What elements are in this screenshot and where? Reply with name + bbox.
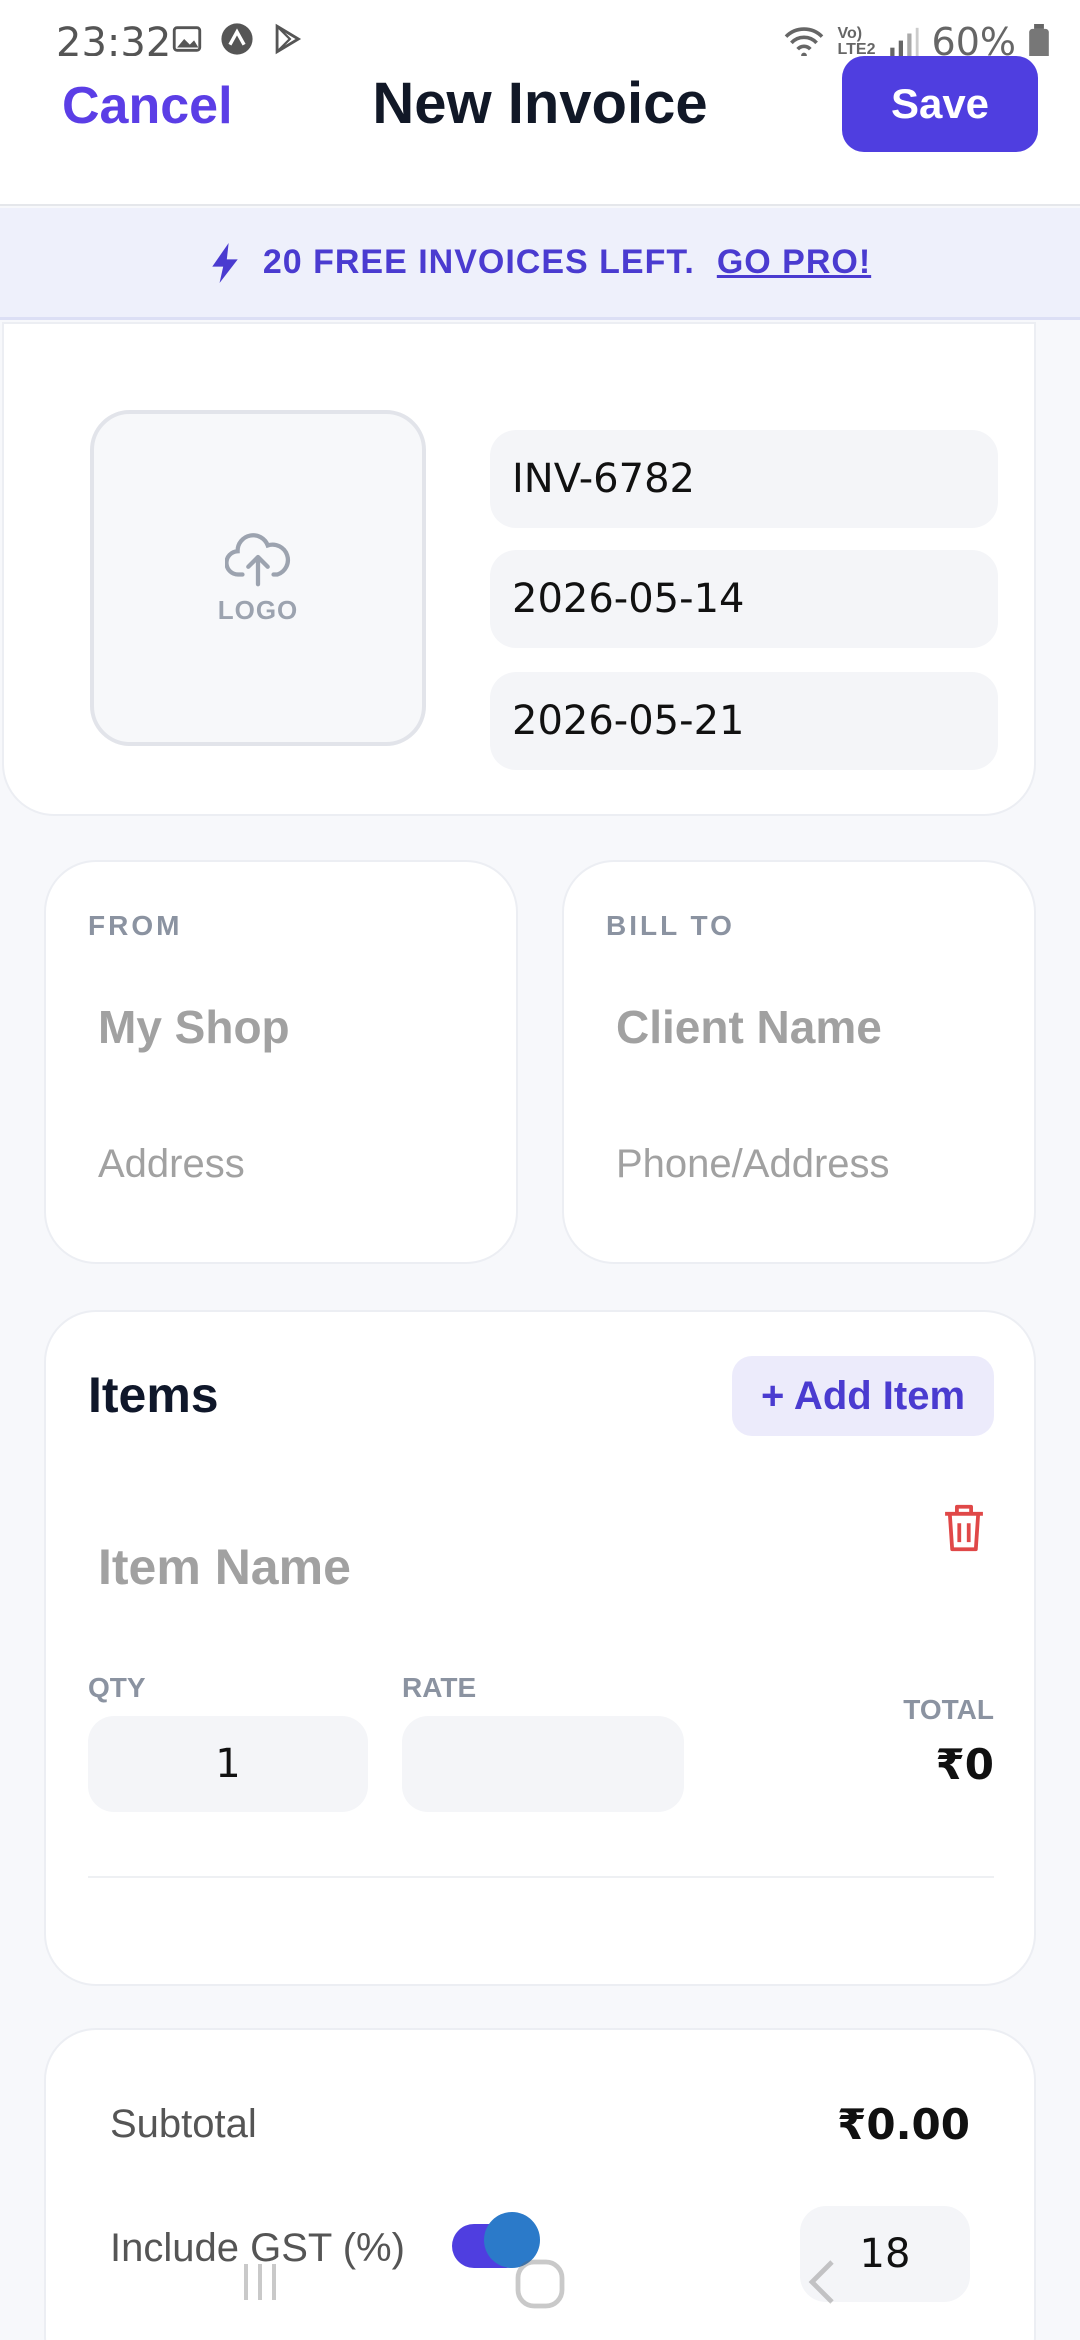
total-label: TOTAL: [903, 1694, 994, 1725]
battery-icon: [1029, 24, 1049, 60]
items-title: Items: [88, 1367, 219, 1423]
bill-to-label: BILL TO: [606, 910, 735, 941]
client-name-input[interactable]: Client Name: [616, 1000, 882, 1054]
shop-name-input[interactable]: My Shop: [98, 1000, 290, 1054]
save-button[interactable]: Save: [842, 56, 1038, 152]
logo-upload[interactable]: LOGO: [90, 410, 426, 746]
logo-label: LOGO: [217, 594, 299, 625]
totals-card: Subtotal ₹0.00 Include GST (%) 18: [44, 2028, 1036, 2340]
app-icon: [221, 23, 253, 55]
item-total: ₹0: [935, 1740, 994, 1789]
wifi-icon: [784, 27, 823, 59]
due-date-input[interactable]: 2026-05-21: [490, 672, 998, 770]
shop-address-input[interactable]: Address: [98, 1142, 245, 1187]
item-name-input[interactable]: Item Name: [98, 1538, 351, 1596]
go-pro-link[interactable]: GO PRO!: [717, 243, 871, 282]
signal-icon: [889, 27, 919, 57]
notification-icons: [170, 22, 304, 56]
promo-banner: 20 FREE INVOICES LEFT. GO PRO!: [0, 208, 1080, 320]
item-divider: [88, 1876, 994, 1878]
cloud-upload-icon: [225, 532, 291, 586]
from-label: FROM: [88, 910, 183, 941]
banner-text: 20 FREE INVOICES LEFT.: [262, 243, 695, 281]
add-item-button[interactable]: + Add Item: [732, 1356, 994, 1436]
from-card: FROM My Shop Address: [44, 860, 518, 1264]
image-icon: [172, 26, 202, 52]
bill-to-card: BILL TO Client Name Phone/Address: [562, 860, 1036, 1264]
qty-label: QTY: [88, 1672, 146, 1703]
app-header: Cancel New Invoice Save: [0, 56, 1080, 206]
gst-toggle-knob[interactable]: [484, 2212, 540, 2268]
invoice-number-input[interactable]: INV-6782: [490, 430, 998, 528]
subtotal-label: Subtotal: [110, 2102, 257, 2146]
qty-input[interactable]: 1: [88, 1716, 368, 1812]
rate-label: RATE: [402, 1672, 477, 1703]
network-label: Vo) LTE2: [837, 25, 876, 58]
issue-date-input[interactable]: 2026-05-14: [490, 550, 998, 648]
gst-label: Include GST (%): [110, 2226, 405, 2270]
gst-rate-input[interactable]: 18: [800, 2206, 970, 2302]
trash-icon[interactable]: [940, 1502, 988, 1554]
lightning-icon: [212, 242, 238, 283]
play-store-icon: [275, 23, 302, 55]
client-address-input[interactable]: Phone/Address: [616, 1142, 890, 1187]
invoice-header-card: LOGO INV-6782 2026-05-14 2026-05-21: [2, 322, 1036, 816]
invoice-screen: 23:32 Vo) LTE2 60% Cancel New Invoice Sa…: [0, 0, 1080, 2340]
items-card: Items + Add Item Item Name QTY RATE TOTA…: [44, 1310, 1036, 1986]
subtotal-value: ₹0.00: [837, 2100, 970, 2149]
rate-input[interactable]: [402, 1716, 684, 1812]
